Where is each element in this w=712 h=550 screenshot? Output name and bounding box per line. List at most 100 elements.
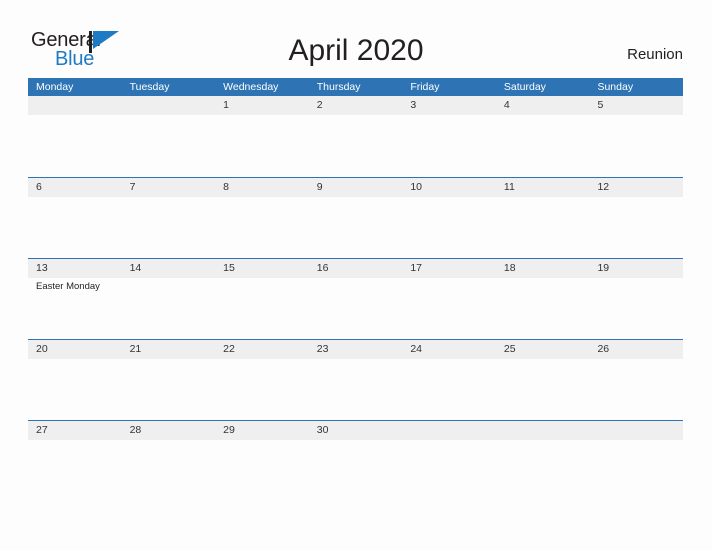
day-cell-10[interactable] <box>402 197 496 257</box>
day-cell-19[interactable] <box>589 278 683 338</box>
day-cell-30[interactable] <box>309 440 403 500</box>
day-number-22[interactable]: 22 <box>215 340 309 359</box>
calendar-page: General Blue April 2020 Reunion Monday Tu… <box>0 0 712 550</box>
calendar-grid: Monday Tuesday Wednesday Thursday Friday Satu… <box>28 78 683 501</box>
day-cell-15[interactable] <box>215 278 309 338</box>
day-number-23[interactable]: 23 <box>309 340 403 359</box>
day-number-29[interactable]: 29 <box>215 421 309 440</box>
day-cell-29[interactable] <box>215 440 309 500</box>
calendar-week-row: 13 14 15 16 17 18 19 Easter Monday <box>28 258 683 339</box>
day-cell-23[interactable] <box>309 359 403 419</box>
page-header: General Blue April 2020 Reunion <box>0 0 712 78</box>
day-cell-14[interactable] <box>122 278 216 338</box>
day-number-empty <box>28 96 122 115</box>
day-cell-4[interactable] <box>496 115 590 175</box>
location-label: Reunion <box>627 46 683 63</box>
day-cell-2[interactable] <box>309 115 403 175</box>
day-number-15[interactable]: 15 <box>215 259 309 278</box>
calendar-week-row: 20 21 22 23 24 25 26 <box>28 339 683 420</box>
day-number-30[interactable]: 30 <box>309 421 403 440</box>
calendar-week-row: 6 7 8 9 10 11 12 <box>28 177 683 258</box>
day-number-7[interactable]: 7 <box>122 178 216 197</box>
calendar-week-row: 12345 <box>28 96 683 177</box>
calendar-week-row: 27 28 29 30 <box>28 420 683 501</box>
day-content-band <box>28 197 683 257</box>
day-cell-28[interactable] <box>122 440 216 500</box>
day-cell-16[interactable] <box>309 278 403 338</box>
day-cell-17[interactable] <box>402 278 496 338</box>
day-number-empty <box>402 421 496 440</box>
calendar-week-rows: 1 2 3 4 5 6 7 8 9 10 11 12 13 14 15 16 17 18 19 Easter Mond… <box>28 96 683 501</box>
day-content-band <box>28 359 683 419</box>
day-number-17[interactable]: 17 <box>402 259 496 278</box>
day-number-5[interactable]: 5 <box>589 96 683 115</box>
day-number-13[interactable]: 13 <box>28 259 122 278</box>
day-cell-21[interactable] <box>122 359 216 419</box>
day-number-28[interactable]: 28 <box>122 421 216 440</box>
day-cell-18[interactable] <box>496 278 590 338</box>
day-cell-empty <box>496 440 590 500</box>
weekday-header-row: Monday Tuesday Wednesday Thursday Friday Satu… <box>28 78 683 96</box>
day-number-empty <box>589 421 683 440</box>
day-number-8[interactable]: 8 <box>215 178 309 197</box>
day-cell-9[interactable] <box>309 197 403 257</box>
day-number-band: 20 21 22 23 24 25 26 <box>28 340 683 359</box>
day-cell-1[interactable] <box>215 115 309 175</box>
day-cell-22[interactable] <box>215 359 309 419</box>
day-cell-8[interactable] <box>215 197 309 257</box>
day-number-19[interactable]: 19 <box>589 259 683 278</box>
day-cell-27[interactable] <box>28 440 122 500</box>
day-number-empty <box>496 421 590 440</box>
day-number-4[interactable]: 4 <box>496 96 590 115</box>
weekday-header-saturday: Saturday <box>503 81 546 93</box>
day-content-band: Easter Monday <box>28 278 683 338</box>
day-number-20[interactable]: 20 <box>28 340 122 359</box>
day-content-band <box>28 115 683 175</box>
day-number-2[interactable]: 2 <box>309 96 403 115</box>
weekday-header-monday: Monday <box>36 81 74 93</box>
day-number-26[interactable]: 26 <box>589 340 683 359</box>
day-cell-7[interactable] <box>122 197 216 257</box>
day-number-band: 12345 <box>28 96 683 115</box>
day-cell-6[interactable] <box>28 197 122 257</box>
day-cell-5[interactable] <box>589 115 683 175</box>
day-cell-26[interactable] <box>589 359 683 419</box>
day-number-18[interactable]: 18 <box>496 259 590 278</box>
day-cell-24[interactable] <box>402 359 496 419</box>
day-number-band: 27 28 29 30 <box>28 421 683 440</box>
day-cell-11[interactable] <box>496 197 590 257</box>
day-cell-13[interactable]: Easter Monday <box>28 278 122 338</box>
day-number-25[interactable]: 25 <box>496 340 590 359</box>
day-number-band: 6 7 8 9 10 11 12 <box>28 178 683 197</box>
day-number-empty <box>122 96 216 115</box>
weekday-header-sunday: Sunday <box>597 81 634 93</box>
day-cell-empty <box>122 115 216 175</box>
weekday-header-thursday: Thursday <box>316 81 361 93</box>
weekday-header-tuesday: Tuesday <box>129 81 170 93</box>
page-title: April 2020 <box>288 34 424 67</box>
day-number-band: 13 14 15 16 17 18 19 <box>28 259 683 278</box>
day-number-10[interactable]: 10 <box>402 178 496 197</box>
day-number-27[interactable]: 27 <box>28 421 122 440</box>
day-cell-empty <box>28 115 122 175</box>
day-cell-20[interactable] <box>28 359 122 419</box>
weekday-header-wednesday: Wednesday <box>223 81 279 93</box>
day-cell-3[interactable] <box>402 115 496 175</box>
day-number-14[interactable]: 14 <box>122 259 216 278</box>
day-number-16[interactable]: 16 <box>309 259 403 278</box>
holiday-label: Easter Monday <box>36 281 100 292</box>
day-number-9[interactable]: 9 <box>309 178 403 197</box>
day-cell-empty <box>589 440 683 500</box>
day-number-3[interactable]: 3 <box>402 96 496 115</box>
day-cell-25[interactable] <box>496 359 590 419</box>
day-number-1[interactable]: 1 <box>215 96 309 115</box>
weekday-header-friday: Friday <box>410 81 440 93</box>
day-number-24[interactable]: 24 <box>402 340 496 359</box>
day-number-12[interactable]: 12 <box>589 178 683 197</box>
day-number-11[interactable]: 11 <box>496 178 590 197</box>
day-content-band <box>28 440 683 500</box>
day-cell-12[interactable] <box>589 197 683 257</box>
day-cell-empty <box>402 440 496 500</box>
day-number-21[interactable]: 21 <box>122 340 216 359</box>
day-number-6[interactable]: 6 <box>28 178 122 197</box>
